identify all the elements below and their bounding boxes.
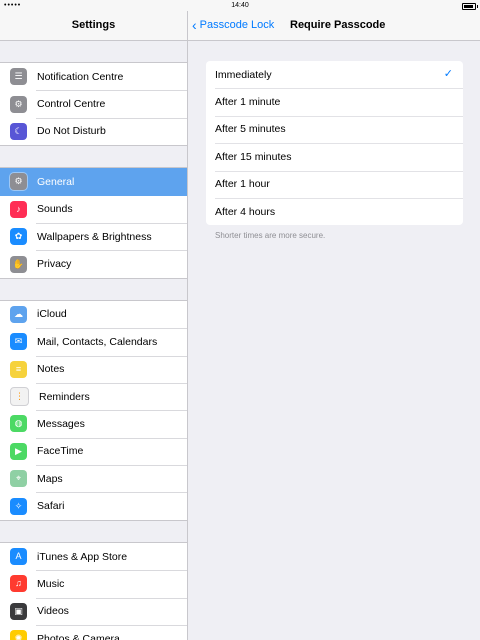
back-button[interactable]: ‹ Passcode Lock xyxy=(192,11,274,40)
passcode-option[interactable]: After 5 minutes xyxy=(206,115,463,143)
sidebar-item-safari[interactable]: ✧ Safari xyxy=(0,492,187,519)
mail-icon: ✉ xyxy=(10,333,27,351)
back-button-label: Passcode Lock xyxy=(199,19,275,31)
cloud-icon: ☁ xyxy=(10,305,27,323)
sidebar-item-wallpapers-brightness[interactable]: ✿ Wallpapers & Brightness xyxy=(0,222,187,250)
gear-icon: ⚙ xyxy=(10,173,27,191)
chevron-left-icon: ‹ xyxy=(192,17,197,33)
sidebar-item-photos-camera[interactable]: ✺ Photos & Camera xyxy=(0,625,187,640)
sidebar-item-label: FaceTime xyxy=(37,445,84,458)
maps-icon: ⌖ xyxy=(10,470,27,488)
sidebar-item-label: Do Not Disturb xyxy=(37,125,106,138)
settings-groups: ☰ Notification Centre ⚙ Control Centre ☾ Do N… xyxy=(0,41,187,640)
videos-icon: ▣ xyxy=(10,602,27,620)
sidebar-item-sounds[interactable]: ♪ Sounds xyxy=(0,196,187,223)
sidebar-item-label: Notes xyxy=(37,363,65,376)
sidebar-item-label: Music xyxy=(37,577,65,590)
sidebar-item-music[interactable]: ♫ Music xyxy=(0,570,187,597)
require-passcode-options: Immediately ✓ After 1 minute After 5 minute… xyxy=(206,61,463,226)
sidebar-item-label: Safari xyxy=(37,500,65,513)
status-bar: ••••• 14:40 xyxy=(0,0,480,11)
moon-icon: ☾ xyxy=(10,122,27,140)
detail-pane: ‹ Passcode Lock Require Passcode Immedia… xyxy=(188,11,480,640)
sidebar-title: Settings xyxy=(0,11,187,41)
control-centre-icon: ⚙ xyxy=(10,95,27,113)
option-label: After 4 hours xyxy=(215,205,276,218)
hand-icon: ✋ xyxy=(10,255,27,273)
sidebar-item-label: iCloud xyxy=(37,308,67,321)
sidebar-item-icloud[interactable]: ☁ iCloud xyxy=(0,301,187,328)
sidebar-item-label: Maps xyxy=(37,472,63,485)
footer-note: Shorter times are more secure. xyxy=(215,231,326,240)
photos-icon: ✺ xyxy=(10,630,27,640)
settings-sidebar: Settings ☰ Notification Centre ⚙ Control Ce… xyxy=(0,11,188,640)
speaker-icon: ♪ xyxy=(10,200,27,218)
settings-group: ☰ Notification Centre ⚙ Control Centre ☾ Do N… xyxy=(0,62,187,147)
passcode-option[interactable]: After 4 hours xyxy=(206,197,463,225)
settings-group: ☁ iCloud ✉ Mail, Contacts, Calendars ≡ Notes ⋮… xyxy=(0,299,187,521)
reminders-icon: ⋮ xyxy=(10,387,29,407)
option-label: After 1 hour xyxy=(215,178,270,191)
sidebar-item-messages[interactable]: ◍ Messages xyxy=(0,410,187,437)
settings-group: ⚙ General ♪ Sounds ✿ Wallpapers & Brightness ✋… xyxy=(0,167,187,279)
notification-centre-icon: ☰ xyxy=(10,68,27,86)
app-store-icon: A xyxy=(10,548,27,566)
sidebar-item-notification-centre[interactable]: ☰ Notification Centre xyxy=(0,63,187,90)
settings-group: AiTunes & App Store ♫ Music ▣ Videos ✺ Photos … xyxy=(0,541,187,640)
battery-icon xyxy=(462,3,478,10)
sidebar-item-label: Control Centre xyxy=(37,98,106,111)
sidebar-item-general[interactable]: ⚙ General xyxy=(0,168,187,196)
page-title: Require Passcode xyxy=(290,19,386,31)
messages-icon: ◍ xyxy=(10,415,27,433)
sidebar-item-label: Photos & Camera xyxy=(37,632,120,640)
passcode-option[interactable]: After 1 hour xyxy=(206,170,463,198)
sidebar-item-label: Notification Centre xyxy=(37,70,124,83)
passcode-option[interactable]: After 15 minutes xyxy=(206,143,463,170)
checkmark-icon: ✓ xyxy=(443,68,453,80)
option-label: Immediately xyxy=(215,68,272,81)
sidebar-item-label: Videos xyxy=(37,605,69,618)
sidebar-item-label: Wallpapers & Brightness xyxy=(37,230,152,243)
option-label: After 5 minutes xyxy=(215,123,286,136)
sidebar-item-do-not-disturb[interactable]: ☾ Do Not Disturb xyxy=(0,117,187,145)
safari-icon: ✧ xyxy=(10,497,27,515)
sidebar-item-maps[interactable]: ⌖ Maps xyxy=(0,465,187,492)
music-icon: ♫ xyxy=(10,575,27,593)
sidebar-item-label: Mail, Contacts, Calendars xyxy=(37,335,158,348)
sidebar-item-label: Sounds xyxy=(37,203,73,216)
sidebar-item-label: Reminders xyxy=(39,390,90,403)
sidebar-item-notes[interactable]: ≡ Notes xyxy=(0,355,187,383)
flower-icon: ✿ xyxy=(10,228,27,246)
sidebar-item-privacy[interactable]: ✋ Privacy xyxy=(0,250,187,277)
sidebar-item-label: General xyxy=(37,175,75,188)
sidebar-item-itunes-app-store[interactable]: AiTunes & App Store xyxy=(0,543,187,570)
option-label: After 15 minutes xyxy=(215,150,292,163)
facetime-icon: ▶ xyxy=(10,442,27,460)
sidebar-item-reminders[interactable]: ⋮ Reminders xyxy=(0,382,187,410)
sidebar-item-control-centre[interactable]: ⚙ Control Centre xyxy=(0,90,187,117)
passcode-option[interactable]: After 1 minute xyxy=(206,88,463,115)
sidebar-item-facetime[interactable]: ▶ FaceTime xyxy=(0,437,187,465)
passcode-option[interactable]: Immediately ✓ xyxy=(206,61,463,88)
detail-nav-bar: ‹ Passcode Lock Require Passcode xyxy=(188,11,480,41)
sidebar-item-videos[interactable]: ▣ Videos xyxy=(0,597,187,625)
option-label: After 1 minute xyxy=(215,96,281,109)
sidebar-item-label: iTunes & App Store xyxy=(37,550,128,563)
sidebar-item-mail-contacts-calendars[interactable]: ✉ Mail, Contacts, Calendars xyxy=(0,328,187,355)
sidebar-item-label: Privacy xyxy=(37,258,72,271)
status-time: 14:40 xyxy=(231,2,249,9)
notes-icon: ≡ xyxy=(10,360,27,378)
sidebar-item-label: Messages xyxy=(37,417,85,430)
